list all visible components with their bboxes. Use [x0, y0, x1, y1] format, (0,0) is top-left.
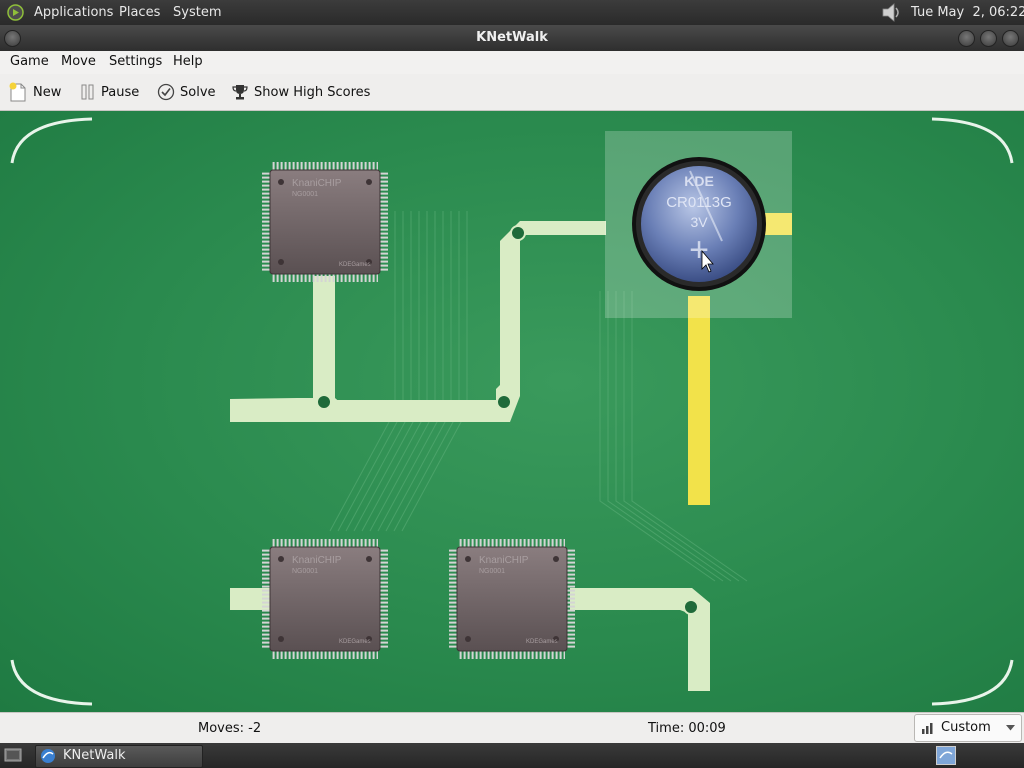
show-high-scores-label: Show High Scores: [254, 84, 371, 100]
battery-model-text: CR0113G: [666, 194, 732, 211]
chip-bottom-middle[interactable]: KnaniCHIP NG0001 KDEGames: [449, 539, 575, 659]
battery-voltage-text: 3V: [690, 214, 708, 230]
board-canvas: KDE CR0113G 3V + KnaniCHIP NG0001 KDEGam…: [10, 117, 1014, 706]
game-board: KDE CR0113G 3V + KnaniCHIP NG0001 KDEGam…: [0, 111, 1024, 712]
clock[interactable]: Tue May 2, 06:22: [911, 0, 1024, 25]
window-titlebar[interactable]: KNetWalk: [0, 25, 1024, 51]
corner-bracket-bottom-left: [10, 659, 93, 706]
menu-help[interactable]: Help: [173, 54, 203, 69]
corner-bracket-top-right: [931, 117, 1014, 164]
difficulty-value: Custom: [941, 720, 991, 735]
menu-settings[interactable]: Settings: [109, 54, 162, 69]
close-button[interactable]: [1002, 30, 1019, 47]
system-menu[interactable]: System: [173, 0, 221, 25]
chip-model-text: NG0001: [292, 191, 318, 198]
chevron-down-icon: [1006, 725, 1015, 731]
corner-bracket-bottom-right: [931, 659, 1014, 706]
bar-chart-icon: [922, 723, 933, 734]
battery-server[interactable]: KDE CR0113G 3V +: [632, 157, 766, 291]
window-menu-button[interactable]: [4, 30, 21, 47]
chip-top-left[interactable]: KnaniCHIP NG0001 KDEGames: [262, 162, 388, 282]
chip-footer-text: KDEGames: [339, 639, 371, 645]
menubar: Game Move Settings Help: [0, 51, 1024, 74]
chip-brand-text: KnaniCHIP: [479, 555, 529, 566]
bottom-taskbar: KNetWalk: [0, 743, 1024, 768]
show-desktop-icon[interactable]: [4, 747, 22, 763]
chip-model-text: NG0001: [479, 568, 505, 575]
maximize-button[interactable]: [980, 30, 997, 47]
battery-brand-text: KDE: [684, 173, 714, 189]
workspace-switcher-icon[interactable]: [936, 746, 956, 765]
solve-button[interactable]: Solve: [157, 80, 216, 104]
menu-move[interactable]: Move: [61, 54, 96, 69]
knetwalk-app-icon: [41, 749, 55, 763]
volume-icon[interactable]: [880, 3, 902, 22]
chip-brand-text: KnaniCHIP: [292, 178, 342, 189]
chip-brand-text: KnaniCHIP: [292, 555, 342, 566]
time-counter: Time: 00:09: [648, 721, 726, 736]
toolbar: New Pause Solve Show High Scores: [0, 74, 1024, 111]
chip-footer-text: KDEGames: [526, 639, 558, 645]
minimize-button[interactable]: [958, 30, 975, 47]
top-panel: Applications Places System Tue May 2, 06…: [0, 0, 1024, 25]
statusbar: Moves: -2 Time: 00:09: [0, 712, 1024, 744]
new-game-label: New: [33, 84, 62, 100]
chip-bottom-left[interactable]: KnaniCHIP NG0001 KDEGames: [262, 539, 388, 659]
check-icon: [157, 83, 175, 101]
places-menu[interactable]: Places: [119, 0, 160, 25]
taskbar-window-knetwalk[interactable]: KNetWalk: [35, 745, 203, 768]
new-document-icon: [9, 82, 26, 102]
pause-button[interactable]: Pause: [80, 80, 139, 104]
difficulty-select[interactable]: Custom: [914, 714, 1022, 742]
corner-bracket-top-left: [10, 117, 93, 164]
show-high-scores-button[interactable]: Show High Scores: [231, 80, 370, 104]
pause-icon: [81, 84, 94, 100]
chip-model-text: NG0001: [292, 568, 318, 575]
solve-label: Solve: [180, 84, 216, 100]
new-game-button[interactable]: New: [8, 80, 61, 104]
taskbar-window-label: KNetWalk: [63, 748, 126, 763]
distro-logo-icon[interactable]: [7, 4, 24, 21]
chip-footer-text: KDEGames: [339, 262, 371, 268]
trophy-icon: [232, 85, 248, 100]
window-title: KNetWalk: [476, 30, 548, 45]
pause-label: Pause: [101, 84, 140, 100]
moves-counter: Moves: -2: [198, 721, 262, 736]
menu-game[interactable]: Game: [10, 54, 49, 69]
applications-menu[interactable]: Applications: [34, 0, 113, 25]
